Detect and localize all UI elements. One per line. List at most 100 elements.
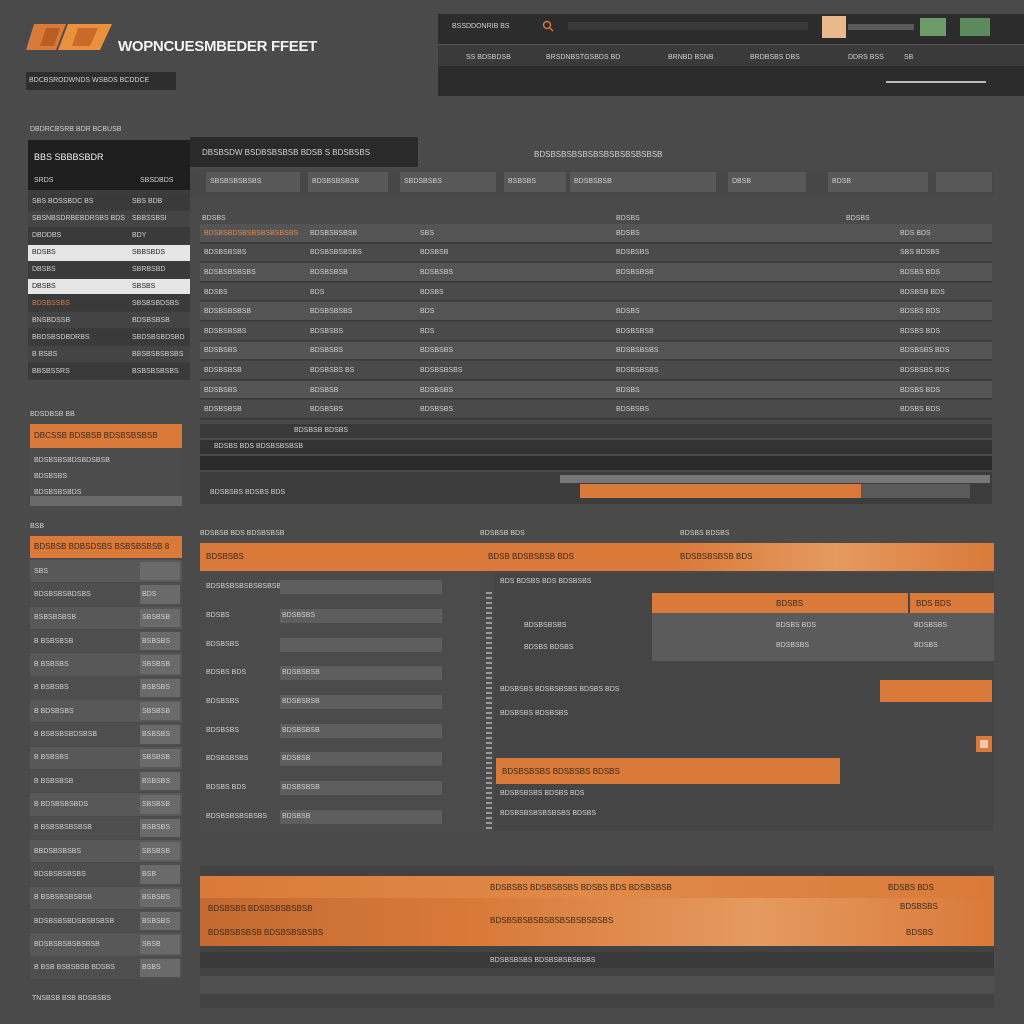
bottom-band-row-3[interactable]: BDSBSBSBSB BDSBSBSBSBS: [208, 928, 323, 938]
bottom-band-row-2[interactable]: BDSBSBSBSBSBSBSBSBSBSBS: [490, 916, 613, 926]
left-section3-row[interactable]: B BSBSBSBSBSB BSBSBS: [30, 886, 182, 909]
lower-mid-row[interactable]: BDSBSBSBSBSBSBS BDSBS: [500, 809, 596, 819]
left-section3-row[interactable]: B BSBSBS SBSBSB: [30, 746, 182, 769]
grid-row[interactable]: BDSBSBSBSBS BDSBSBSB BDSBSBS BDSBSBSB BDSBS …: [200, 263, 992, 282]
grid-row[interactable]: BDSBSBSBSB BDSBSBSBS BDS BDSBS BDSBS BDS: [200, 302, 992, 321]
toolbar-cell-4[interactable]: BSBSBS: [504, 172, 566, 192]
left-list-row[interactable]: SBSNBSDRBEBDRSBS BDS SBBSSBSI: [28, 210, 190, 227]
left-section3-row[interactable]: B BDSBSBS SBSBSB: [30, 700, 182, 723]
toolbar-cell-8[interactable]: [936, 172, 992, 192]
left-section3-row[interactable]: B BSBSBSB BSBSBS: [30, 630, 182, 653]
lower-left-row[interactable]: BDSBS BDS BDSBSBSB: [200, 774, 480, 803]
grid-row[interactable]: BDSBSBSBS BDSBSBS BDS BDSBSBSB BDSBS BDS: [200, 322, 992, 341]
left-section3-row[interactable]: BDSBSBSBDSBS BDS: [30, 583, 182, 606]
left-section3-row[interactable]: BDSBSBSBSBS BSB: [30, 863, 182, 886]
lower-scrollbar[interactable]: [486, 592, 492, 832]
lower-left-row[interactable]: BDSBSBSBS BDSBSB: [200, 745, 480, 774]
tab-2[interactable]: BRSDNBSTGSBDS BD: [546, 53, 620, 63]
lower-left-row[interactable]: BDSBSBS BDSBSBSB: [200, 688, 480, 717]
color-swatch-green-2[interactable]: [960, 18, 990, 36]
search-input[interactable]: [568, 22, 808, 30]
logo-mark-icon: [26, 24, 112, 50]
left-section3-row[interactable]: B BDSBSBSBDS SBSBSB: [30, 793, 182, 816]
grid-row[interactable]: BDSBSBSB BDSBSBS BDSBSBS BDSBSBS BDSBS BDS: [200, 400, 992, 419]
left-list-row[interactable]: B BSBS BBSBSBSBSBS: [28, 346, 190, 363]
tab-5[interactable]: DDRS BSS: [848, 53, 884, 63]
left-section2-row-1[interactable]: BDSBSBSBDSBDSBSB: [34, 456, 110, 466]
logo[interactable]: [26, 22, 112, 52]
left-section3-row[interactable]: SBS: [30, 560, 182, 583]
lower-right-head-cell-1[interactable]: BDSBS: [652, 593, 908, 613]
lower-left-label: BDSBS BDS: [206, 669, 247, 677]
grid-row[interactable]: BDSBSBS BDSBSBS BDSBSBS BDSBSBSBS BDSBSBS BD…: [200, 341, 992, 361]
left-list-row[interactable]: DBSBS SBSBS: [28, 278, 190, 295]
toolbar-cell-3[interactable]: SBDSBSBS: [400, 172, 496, 192]
left-section3-row[interactable]: B BSBSBSBDSBSB BSBSBS: [30, 723, 182, 746]
tab-6[interactable]: SB: [904, 53, 913, 63]
toolbar-cell-6[interactable]: DBSB: [728, 172, 806, 192]
lower-right-orange-bar[interactable]: [880, 680, 992, 702]
grid-row[interactable]: BDSBSBSB BDSBSBS BS BDSBSBSBS BDSBSBSBS BDSB…: [200, 361, 992, 380]
lower-right-head-cell-2[interactable]: BDS BDS: [910, 593, 994, 613]
toolbar-cell-2[interactable]: BDSBSBSBSB: [308, 172, 388, 192]
left-section3-row[interactable]: BDSBSBSBDSBSBSBSB BSBSBS: [30, 910, 182, 933]
left-section3-row[interactable]: B BSB BSBSBSB BDSBS BSBS: [30, 956, 182, 979]
lower-right-icon[interactable]: [976, 736, 992, 752]
lower-mid-row[interactable]: BDSBS BDSBS: [524, 643, 573, 653]
tab-4[interactable]: BRDBSBS DBS: [750, 53, 800, 63]
lower-mid-row[interactable]: BDSBSBSBS: [524, 621, 566, 631]
lower-mid-row[interactable]: BDSBSBS BDSBSBSBS BDSBS BDS: [500, 685, 619, 695]
toolbar-cell-1[interactable]: SBSBSBSBSBS: [206, 172, 300, 192]
left-orange-header[interactable]: BDSBSB BDBSDSBS BSBSBSBSB 8: [30, 536, 182, 558]
grid-row[interactable]: BDSBSBSBS BDSBSBSBSBS BDSBSB BDSBSBS SBS BDS…: [200, 243, 992, 263]
left-section3-row[interactable]: B BSBSBS SBSBSB: [30, 653, 182, 676]
progress-bar-track[interactable]: [580, 484, 970, 498]
lower-mid-row[interactable]: BDSBSBSBS BDSBS BDS: [500, 789, 584, 799]
left-section3-row[interactable]: BSBSBSBSB SBSBSB: [30, 606, 182, 629]
left-list-row[interactable]: DBSBS SBRBSBD: [28, 261, 190, 278]
bottom-orange-bar[interactable]: BDSBSBS BDSBSBSBS BDSBS BDS BDSBSBSB BDS…: [200, 876, 994, 898]
color-swatch-peach[interactable]: [822, 16, 846, 38]
left-section3-row[interactable]: B BSBSBS BSBSBS: [30, 676, 182, 699]
tab-1[interactable]: SS BDSBDSB: [466, 53, 511, 63]
left-section3-row[interactable]: BDSBSBSBSBSBSB SBSB: [30, 933, 182, 956]
left-orange-block[interactable]: DBCSSB BDSBSB BDSBSBSBSB: [30, 424, 182, 448]
toolbar-cell-5[interactable]: BDSBSBSB: [570, 172, 716, 192]
bottom-band-row-1[interactable]: BDSBSBS BDSBSBSBSBSB: [208, 904, 313, 914]
tab-3[interactable]: BRNBD BSNB: [668, 53, 714, 63]
left-section2-row-2[interactable]: BDSBSBS: [34, 472, 67, 482]
lower-left-row[interactable]: BDSBSBS: [200, 630, 480, 659]
left-list-row[interactable]: BBDSBSDBDRBS SBDSBSBDSBD: [28, 329, 190, 346]
lower-left-row[interactable]: BDSBSBSBSBSBS BDSBSB: [200, 802, 480, 831]
grid-cell: BDSBSBSBSB: [310, 229, 358, 237]
bottom-row-dark-text[interactable]: BDSBSBSBS BDSBSBSBSBSBS: [490, 956, 595, 966]
left-section3-row[interactable]: B BSBSBSB BSBSBS: [30, 770, 182, 793]
left-section3-value: SBSBSB: [142, 754, 171, 762]
lower-left-row[interactable]: BDSBS BDS BDSBSBSB: [200, 659, 480, 688]
left-list-row[interactable]: SBS BOSSBDC BS SBS BDB: [28, 194, 190, 210]
color-swatch-green[interactable]: [920, 18, 946, 36]
lower-mid-row[interactable]: BDSBSBS BDSBSBS: [500, 709, 568, 719]
lower-left-row[interactable]: BDSBSBSBSBSBSBSBS: [200, 573, 480, 602]
left-section3-row[interactable]: BBDSBSBSBS SBSBSB: [30, 840, 182, 863]
left-list-row[interactable]: DBDDBS BDY: [28, 227, 190, 244]
toolbar-cell-7[interactable]: BDSB: [828, 172, 928, 192]
left-list-row[interactable]: BNSBDSSB BDSBSBSB: [28, 312, 190, 329]
lower-left-row[interactable]: BDSBS BDSBSBS: [200, 602, 480, 631]
lower-mid-row[interactable]: BDS BDSBS BDS BDSBSBS: [500, 577, 591, 587]
lower-mid-orange-bar[interactable]: BDSBSBSBS BDSBSBS BDSBS: [496, 758, 840, 784]
left-list-row[interactable]: BBSBSSRS BSBSBSBSBS: [28, 363, 190, 379]
grid-row[interactable]: BDSBS BDS BDSBS BDSBSB BDS: [200, 282, 992, 302]
left-panel-title: BBS SBBBSBDR: [34, 152, 104, 162]
left-list-row[interactable]: BDSBS SBBSBDS: [28, 244, 190, 261]
progress-track[interactable]: [560, 475, 990, 483]
grid-row[interactable]: BDSBSBS BDSBSB BDSBSBS BDSBS BDSBS BDS: [200, 380, 992, 400]
lower-left-row[interactable]: BDSBSBS BDSBSBSB: [200, 716, 480, 745]
slider-track[interactable]: [848, 24, 914, 30]
grid-row[interactable]: BDSBSBDSBSBSBSBSBSBS BDSBSBSBSB SBS BDSBS BD…: [200, 224, 992, 243]
left-section3-row[interactable]: B BSBSBSBSBSB BSBSBS: [30, 816, 182, 839]
zoom-slider[interactable]: [886, 81, 986, 83]
left-list-row[interactable]: BDSBSSBS SBSBSBDSBS: [28, 295, 190, 312]
search-icon[interactable]: [542, 20, 554, 32]
grid-cell: BDSBS: [616, 308, 640, 316]
